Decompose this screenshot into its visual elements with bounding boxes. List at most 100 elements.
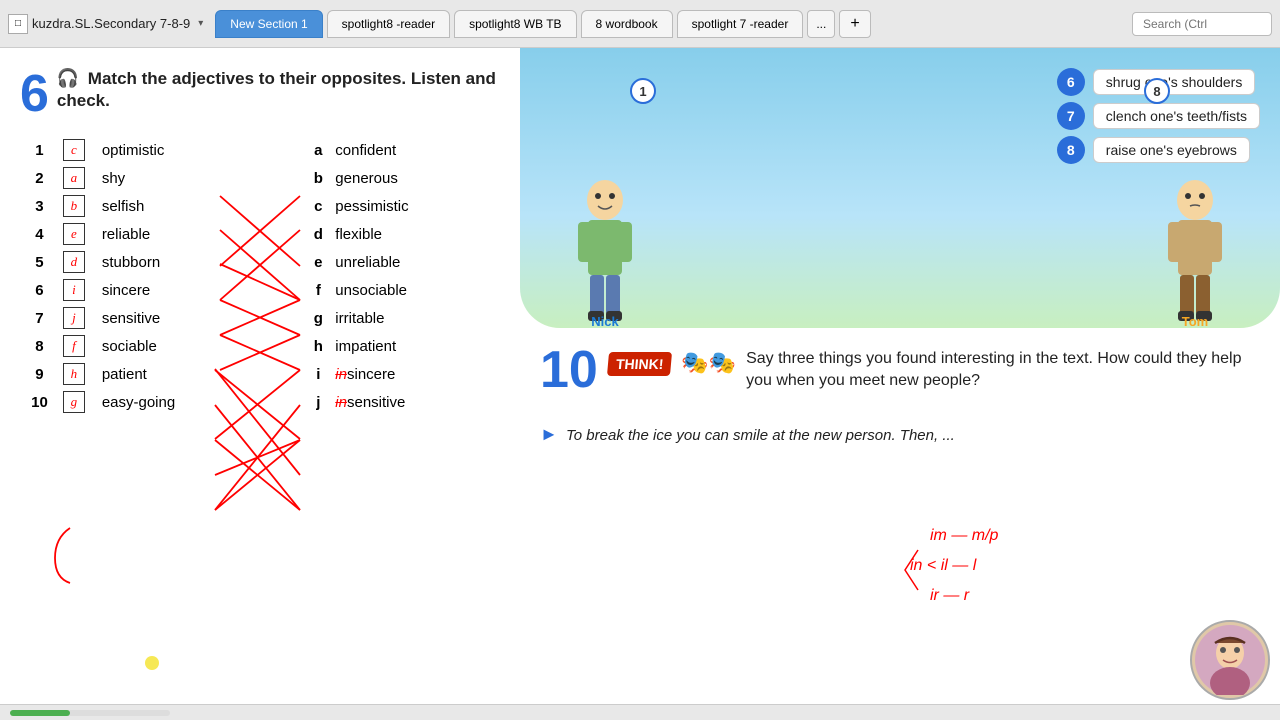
exercise10-section: 10 THINK! 🎭🎭 Say three things you found …	[520, 328, 1280, 424]
word-left: optimistic	[98, 136, 228, 164]
tab-spotlight8-wb-tb[interactable]: spotlight8 WB TB	[454, 10, 576, 38]
match-table: 1 c optimistic a confident 2 a shy b gen…	[20, 136, 500, 416]
word-right: generous	[331, 164, 500, 192]
illustration-area: 6 shrug one's shoulders 7 clench one's t…	[520, 48, 1280, 328]
tom-character: Tom	[1150, 168, 1240, 328]
letter-cell: b	[305, 164, 331, 192]
word-left: sociable	[98, 332, 228, 360]
main-content: 6 🎧 Match the adjectives to their opposi…	[0, 48, 1280, 720]
answer-box: j	[63, 307, 85, 329]
phrase-item-7: 7 clench one's teeth/fists	[1057, 102, 1260, 130]
row-num: 4	[20, 220, 59, 248]
progress-fill	[10, 710, 70, 716]
word-right: irritable	[331, 304, 500, 332]
row-num: 1	[20, 136, 59, 164]
phrase-text-8: raise one's eyebrows	[1093, 137, 1250, 163]
answer-cell: c	[59, 136, 98, 164]
answer-box: e	[63, 223, 85, 245]
tom-figure: Tom	[1150, 168, 1240, 328]
answer-cell: h	[59, 360, 98, 388]
answer-box: a	[63, 167, 85, 189]
tab-8-wordbook[interactable]: 8 wordbook	[581, 10, 673, 38]
svg-text:Nick: Nick	[591, 314, 619, 328]
avatar-image	[1195, 625, 1265, 695]
avatar-badge	[1190, 620, 1270, 700]
app-dropdown-arrow[interactable]: ▾	[198, 18, 203, 29]
answer-box: f	[63, 335, 85, 357]
tab-add-button[interactable]: +	[839, 10, 870, 38]
row-num: 2	[20, 164, 59, 192]
table-row: 1 c optimistic a confident	[20, 136, 500, 164]
headphone-icon: 🎧	[57, 68, 79, 88]
nick-character: Nick	[560, 168, 650, 328]
answer-cell: f	[59, 332, 98, 360]
emoji-icons: 🎭🎭	[681, 350, 736, 376]
word-right: unsociable	[331, 276, 500, 304]
word-right: unreliable	[331, 248, 500, 276]
word-left: sincere	[98, 276, 228, 304]
word-left: sensitive	[98, 304, 228, 332]
answer-box: b	[63, 195, 85, 217]
word-left: stubborn	[98, 248, 228, 276]
table-row: 4 e reliable d flexible	[20, 220, 500, 248]
exercise6-number: 6	[20, 68, 49, 120]
word-left: patient	[98, 360, 228, 388]
answer-box: c	[63, 139, 85, 161]
phrase-item-8: 8 raise one's eyebrows	[1057, 136, 1260, 164]
tab-spotlight8-reader[interactable]: spotlight8 -reader	[327, 10, 450, 38]
letter-cell: d	[305, 220, 331, 248]
nick-figure: Nick	[560, 168, 650, 328]
letter-cell: g	[305, 304, 331, 332]
table-row: 3 b selfish c pessimistic	[20, 192, 500, 220]
window-icon: □	[8, 14, 28, 34]
letter-cell: e	[305, 248, 331, 276]
row-num: 10	[20, 388, 59, 416]
tab-more-button[interactable]: ...	[807, 10, 835, 38]
word-left: reliable	[98, 220, 228, 248]
word-right: insensitive	[331, 388, 500, 416]
row-num: 9	[20, 360, 59, 388]
table-row: 9 h patient i insincere	[20, 360, 500, 388]
row-num: 7	[20, 304, 59, 332]
word-left: selfish	[98, 192, 228, 220]
table-row: 6 i sincere f unsociable	[20, 276, 500, 304]
word-right: flexible	[331, 220, 500, 248]
table-row: 5 d stubborn e unreliable	[20, 248, 500, 276]
handwriting-annotation: im — m/p in < il — l ir — r	[900, 520, 1100, 640]
search-input[interactable]	[1132, 12, 1272, 36]
bottom-bar	[0, 704, 1280, 720]
answer-box: h	[63, 363, 85, 385]
exercise10-header: 10 THINK! 🎭🎭 Say three things you found …	[540, 344, 1260, 396]
tab-new-section[interactable]: New Section 1	[215, 10, 322, 38]
answer-cell: e	[59, 220, 98, 248]
answer-cell: b	[59, 192, 98, 220]
table-row: 7 j sensitive g irritable	[20, 304, 500, 332]
exercise10-text: Say three things you found interesting i…	[746, 348, 1260, 393]
think-badge: THINK!	[607, 352, 673, 376]
letter-cell: a	[305, 136, 331, 164]
answer-cell: j	[59, 304, 98, 332]
word-right: confident	[331, 136, 500, 164]
word-right: impatient	[331, 332, 500, 360]
phrase-text-6: shrug one's shoulders	[1093, 69, 1256, 95]
svg-text:im — m/p: im — m/p	[930, 527, 999, 544]
badge-1: 1	[630, 78, 656, 104]
right-panel: 6 shrug one's shoulders 7 clench one's t…	[520, 48, 1280, 720]
prompt-arrow: ►	[540, 424, 558, 444]
answer-box: g	[63, 391, 85, 413]
prompt-line: ► To break the ice you can smile at the …	[520, 424, 1280, 445]
cursor-dot	[145, 656, 159, 670]
svg-text:Tom: Tom	[1182, 314, 1208, 328]
answer-box: i	[63, 279, 85, 301]
topbar: □ kuzdra.SL.Secondary 7-8-9 ▾ New Sectio…	[0, 0, 1280, 48]
phrase-text-7: clench one's teeth/fists	[1093, 103, 1260, 129]
prompt-text: To break the ice you can smile at the ne…	[566, 427, 955, 444]
exercise6-instruction: Match the adjectives to their opposites.…	[57, 69, 496, 110]
tab-spotlight7-reader[interactable]: spotlight 7 -reader	[677, 10, 804, 38]
letter-cell: c	[305, 192, 331, 220]
exercise10-number: 10	[540, 344, 598, 396]
row-num: 5	[20, 248, 59, 276]
table-row: 10 g easy-going j insensitive	[20, 388, 500, 416]
word-right: pessimistic	[331, 192, 500, 220]
answer-cell: d	[59, 248, 98, 276]
